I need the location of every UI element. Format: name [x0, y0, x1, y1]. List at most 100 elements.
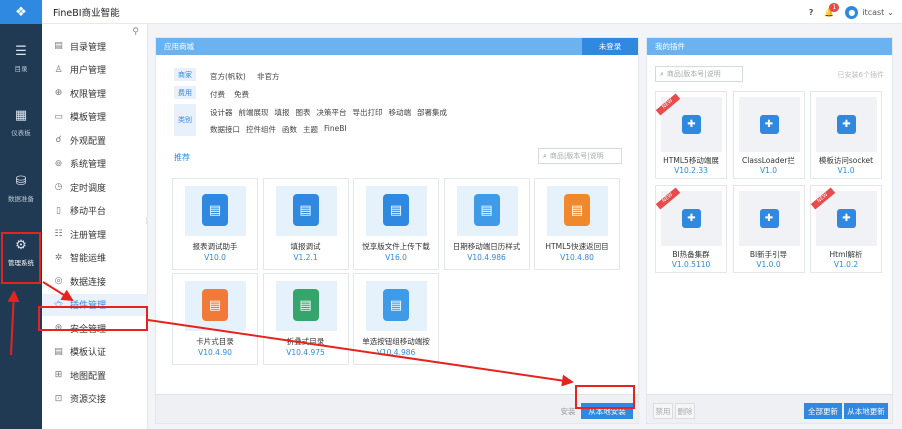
installed-plugin-card[interactable]: ✚ BI新手引导 V1.0.0	[732, 185, 805, 273]
rail-item-dashboard[interactable]: ▦ 仪表板	[0, 108, 42, 137]
plugin-thumbnail: ✚	[816, 97, 877, 152]
local-update-button[interactable]: 从本地更新	[844, 403, 888, 419]
sidebar-item-label: 模板认证	[70, 348, 107, 358]
installed-plugin-card[interactable]: ✚ ClassLoader拦 V1.0	[732, 91, 805, 179]
filter-label-vendor: 商家	[174, 68, 196, 81]
update-all-button[interactable]: 全部更新	[804, 403, 842, 419]
installed-plugin-card[interactable]: ✚ 模板访问socket V1.0	[810, 91, 882, 179]
filter-fee-free[interactable]: 免费	[234, 89, 249, 100]
delete-button[interactable]: 删除	[675, 403, 695, 419]
sidebar-item-link[interactable]: ◎ 数据连接	[42, 270, 148, 292]
plugin-icon: ▤	[292, 194, 319, 226]
sidebar-item-folder-list[interactable]: ▤ 目录管理	[42, 35, 148, 57]
disable-button[interactable]: 禁用	[653, 403, 673, 419]
sidebar-item-clock[interactable]: ◷ 定时调度	[42, 176, 148, 198]
plugin-name: 悦享版文件上传下载	[362, 242, 430, 251]
category-option[interactable]: 部署集成	[417, 107, 447, 118]
store-plugin-card[interactable]: ▤ 悦享版文件上传下载 V16.0	[353, 178, 439, 270]
my-plugins-header: 我的插件	[647, 38, 892, 55]
sidebar-item-template[interactable]: ▭ 模板管理	[42, 106, 148, 128]
plugin-name: BI新手引导	[749, 250, 788, 259]
map-icon: ⊞	[54, 370, 63, 380]
bell-icon[interactable]: 🔔 1	[824, 2, 840, 17]
store-plugin-card[interactable]: ▤ 填报调试 V1.2.1	[262, 178, 349, 270]
category-row-2: 数据接口 控件组件 函数 主题 FineBI	[210, 124, 347, 135]
ops-icon: ✲	[54, 252, 63, 263]
installed-plugin-card[interactable]: ✚ NEW Html解析 V1.0.2	[810, 185, 882, 273]
plugin-name: HTML5快速返回目	[545, 242, 609, 251]
sidebar-item-plugin[interactable]: ⚝ 插件管理	[42, 293, 148, 316]
store-plugin-card[interactable]: ▤ 卡片式目录 V10.4.90	[172, 273, 258, 365]
login-button[interactable]: 未登录	[582, 38, 638, 55]
store-plugin-card[interactable]: ▤ 折叠式目录 V10.4.975	[262, 273, 349, 365]
plugin-name: 折叠式目录	[286, 337, 325, 346]
app-root: ❖ ☰ 目录 ▦ 仪表板 ⛁ 数据准备 ⚙ 管理系统 FineBI商业智能 ? …	[0, 0, 902, 429]
plugin-name: 日期移动端日历样式	[452, 242, 521, 251]
category-option[interactable]: FineBI	[324, 124, 347, 135]
user-name: itcast	[862, 7, 885, 17]
user-menu[interactable]: ● itcast ⌄	[845, 5, 894, 19]
category-option[interactable]: 控件组件	[246, 124, 276, 135]
store-search-input[interactable]: ⌕ 商品|版本号|说明	[538, 148, 622, 164]
plugin-version: V1.0.5110	[671, 260, 711, 269]
category-option[interactable]: 主题	[303, 124, 318, 135]
rail-item-catalog[interactable]: ☰ 目录	[0, 44, 42, 73]
register-icon: ☷	[54, 229, 63, 239]
category-option[interactable]: 图表	[296, 107, 311, 118]
chevron-down-icon: ⌄	[887, 7, 894, 17]
category-option[interactable]: 导出打印	[353, 107, 383, 118]
filter-fee-paid[interactable]: 付费	[210, 89, 225, 100]
category-option[interactable]: 数据接口	[210, 124, 240, 135]
puzzle-icon: ✚	[759, 115, 779, 134]
sidebar-item-label: 系统管理	[70, 160, 107, 170]
database-icon: ⛁	[15, 174, 27, 189]
installed-plugin-card[interactable]: ✚ NEW BI热备集群 V1.0.5110	[655, 185, 727, 273]
plugin-icon: ▤	[383, 289, 409, 321]
store-plugin-card[interactable]: ▤ HTML5快速返回目 V10.4.80	[534, 178, 620, 270]
category-option[interactable]: 设计器	[210, 107, 233, 118]
sidebar-item-handover[interactable]: ⊡ 资源交接	[42, 388, 148, 410]
sidebar-item-shield[interactable]: ⊛ 安全管理	[42, 317, 148, 339]
sidebar-item-label: 数据连接	[70, 277, 107, 288]
rail-item-data-prep[interactable]: ⛁ 数据准备	[0, 174, 42, 203]
gear-icon: ⚙	[15, 238, 27, 253]
sidebar-item-label: 外观配置	[70, 136, 107, 147]
sidebar-item-appearance[interactable]: ☌ 外观配置	[42, 129, 148, 151]
filter-vendor-unofficial[interactable]: 非官方	[257, 71, 280, 82]
help-icon[interactable]: ?	[809, 8, 814, 17]
plugin-icon: ▤	[564, 194, 590, 226]
store-plugin-card[interactable]: ▤ 报表调试助手 V10.0	[172, 178, 258, 270]
category-option[interactable]: 函数	[282, 124, 297, 135]
plugin-version: V10.4.986	[376, 348, 416, 357]
category-option[interactable]: 决策平台	[317, 107, 347, 118]
dashboard-icon: ▦	[14, 108, 28, 123]
plugin-version: V10.4.90	[198, 348, 232, 357]
sidebar-item-register[interactable]: ☷ 注册管理	[42, 223, 148, 245]
sidebar-item-label: 定时调度	[70, 183, 107, 194]
sidebar-item-system[interactable]: ⊚ 系统管理	[42, 153, 148, 175]
sidebar-item-mobile[interactable]: ▯ 移动平台	[42, 200, 148, 222]
category-option[interactable]: 前端展现	[239, 107, 269, 118]
install-button[interactable]: 安装	[558, 403, 578, 419]
my-plugins-search-input[interactable]: ⌕ 商品|版本号|说明	[655, 66, 743, 82]
app-title: FineBI商业智能	[53, 7, 120, 19]
plugin-name: Html解析	[829, 250, 863, 259]
store-plugin-card[interactable]: ▤ 日期移动端日历样式 V10.4.986	[443, 178, 530, 270]
category-option[interactable]: 填报	[275, 107, 290, 118]
top-header: FineBI商业智能 ? 🔔 1 ● itcast ⌄	[42, 0, 902, 24]
category-option[interactable]: 移动端	[389, 107, 412, 118]
logo-icon[interactable]: ❖	[0, 0, 42, 24]
filter-vendor-official[interactable]: 官方(帆软)	[210, 71, 246, 82]
local-install-button[interactable]: 从本地安装	[581, 403, 633, 419]
shield-icon: ⊛	[54, 323, 63, 333]
rail-item-admin[interactable]: ⚙ 管理系统	[0, 238, 42, 267]
installed-plugin-card[interactable]: ✚ NEW HTML5移动端展 V10.2.33	[655, 91, 727, 179]
sidebar-item-cert[interactable]: ▤ 模板认证	[42, 341, 148, 363]
plugin-thumbnail: ▤	[185, 281, 246, 331]
store-plugin-card[interactable]: ▤ 单选按钮组移动端按 V10.4.986	[353, 273, 439, 365]
sidebar-item-user[interactable]: ♙ 用户管理	[42, 59, 148, 81]
my-plugins-title: 我的插件	[655, 42, 685, 51]
sidebar-item-map[interactable]: ⊞ 地图配置	[42, 364, 148, 386]
sidebar-item-lock[interactable]: ⊕ 权限管理	[42, 82, 148, 104]
sidebar-item-ops[interactable]: ✲ 智能运维	[42, 247, 148, 269]
